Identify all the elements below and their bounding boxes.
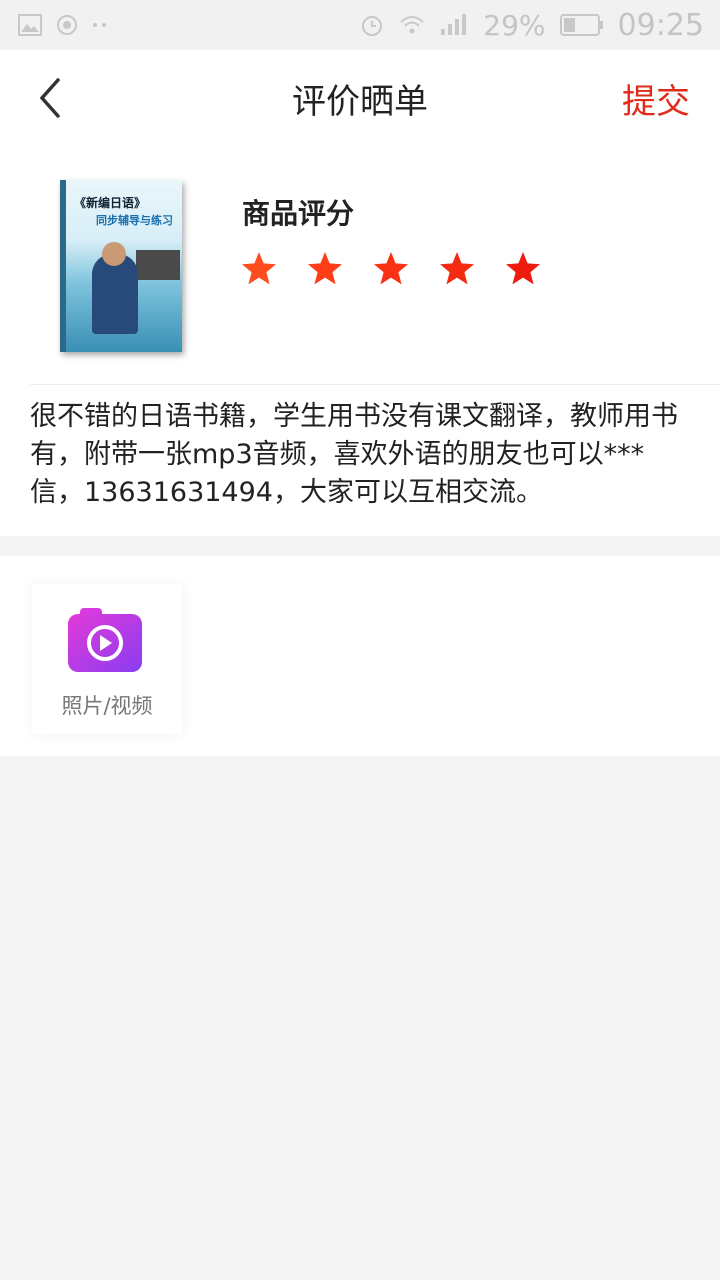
cover-figure: [92, 254, 138, 334]
image-notification-icon: [18, 14, 42, 36]
status-right: 29% 09:25: [359, 8, 704, 43]
alarm-icon: [362, 16, 383, 36]
divider: [30, 384, 720, 385]
video-camera-icon: [68, 608, 142, 672]
product-image: 《新编日语》 同步辅导与练习: [60, 180, 182, 352]
back-arrow-icon[interactable]: [30, 76, 70, 120]
cover-figure-head: [102, 242, 126, 266]
star-icon[interactable]: [306, 250, 344, 288]
battery-icon: [559, 14, 603, 36]
cover-building: [136, 250, 180, 280]
star-icon[interactable]: [372, 250, 410, 288]
record-notification-icon: [57, 15, 77, 35]
media-panel: 照片/视频: [0, 556, 720, 756]
wifi-icon: [400, 16, 424, 34]
product-card: 《新编日语》 同步辅导与练习 商品评分 很不错的日语书籍，学生用书没有课文翻译，…: [0, 146, 720, 536]
cover-title: 《新编日语》: [74, 196, 147, 210]
review-text-input[interactable]: 很不错的日语书籍，学生用书没有课文翻译，教师用书有，附带一张mp3音频，喜欢外语…: [30, 398, 690, 512]
submit-button[interactable]: 提交: [622, 74, 690, 123]
cover-subtitle: 同步辅导与练习: [96, 214, 173, 227]
status-left: [18, 14, 108, 36]
rating-stars: [240, 250, 542, 288]
clock: 09:25: [617, 7, 704, 43]
battery-percent: 29%: [483, 8, 546, 42]
star-icon[interactable]: [504, 250, 542, 288]
nav-bar: 评价晒单 提交: [0, 50, 720, 146]
star-icon[interactable]: [240, 250, 278, 288]
page-title: 评价晒单: [292, 81, 428, 122]
status-bar: 29% 09:25: [0, 0, 720, 50]
rating-label: 商品评分: [242, 197, 355, 230]
star-icon[interactable]: [438, 250, 476, 288]
signal-icon: [441, 14, 467, 35]
add-media-label: 照片/视频: [61, 694, 153, 718]
add-media-button[interactable]: 照片/视频: [32, 584, 182, 734]
more-notifications-icon: [93, 23, 106, 27]
